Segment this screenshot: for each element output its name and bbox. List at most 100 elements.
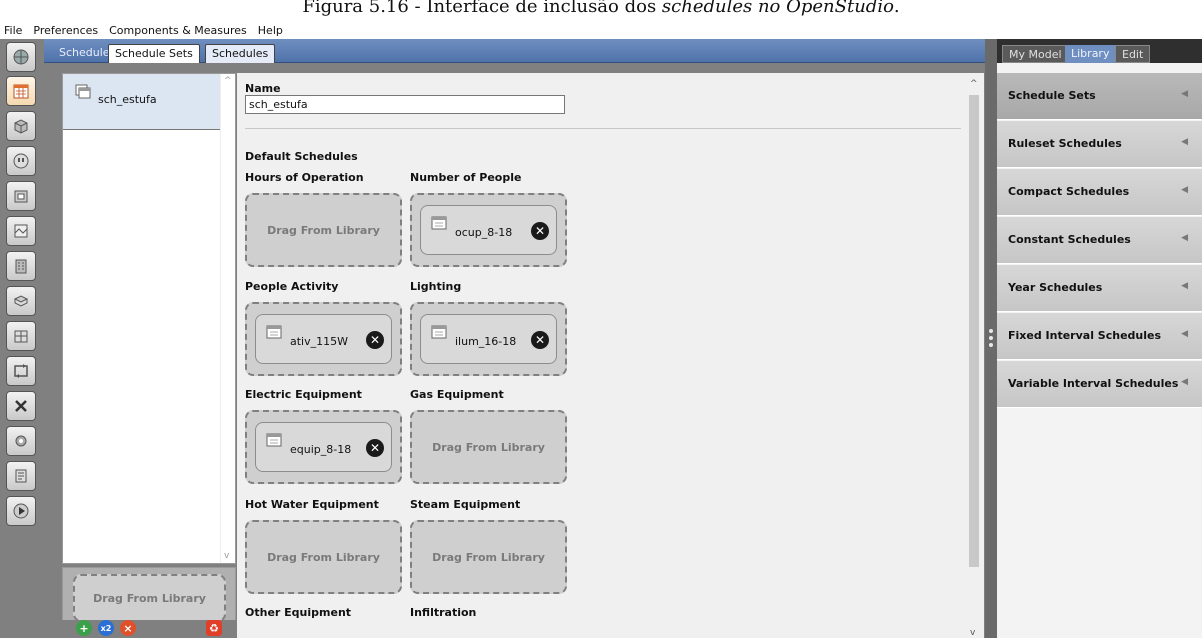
library-item-label: Fixed Interval Schedules — [1008, 329, 1162, 342]
collapse-arrow-icon: ◀ — [1181, 281, 1188, 291]
library-item-label: Ruleset Schedules — [1008, 137, 1122, 150]
drag-from-library-text: Drag From Library — [93, 591, 206, 605]
schedules-tab-calendar-icon[interactable] — [6, 76, 36, 106]
simulation-settings-tab-gear-icon[interactable] — [6, 426, 36, 456]
lighting-slot[interactable]: ilum_16-18 ✕ — [410, 302, 567, 376]
list-action-bar: + x2 × ♻ — [62, 620, 236, 638]
electric-equipment-slot[interactable]: equip_8-18 ✕ — [245, 410, 402, 484]
name-label: Name — [245, 82, 281, 95]
sub-tab-bar: Schedules Schedule Sets Schedules — [44, 39, 985, 63]
collapse-arrow-icon: ◀ — [1181, 329, 1188, 339]
library-item-label: Year Schedules — [1008, 281, 1103, 294]
collapse-arrow-icon: ◀ — [1181, 377, 1188, 387]
list-item[interactable]: sch_estufa — [63, 74, 221, 130]
list-item-label: sch_estufa — [98, 93, 157, 106]
splitter-grip — [989, 343, 993, 347]
remove-schedule-icon[interactable]: ✕ — [366, 439, 384, 457]
library-item-compact-schedules[interactable]: Compact Schedules ◀ — [997, 169, 1202, 216]
menu-file[interactable]: File — [4, 24, 22, 37]
divider — [245, 128, 961, 129]
library-item-fixed-interval-schedules[interactable]: Fixed Interval Schedules ◀ — [997, 313, 1202, 360]
constructions-tab-cube-icon[interactable] — [6, 111, 36, 141]
splitter-grip — [989, 329, 993, 333]
scroll-down-icon[interactable]: v — [970, 628, 975, 638]
hot-water-equipment-drop-zone[interactable]: Drag From Library — [245, 520, 402, 594]
schedule-chip[interactable]: equip_8-18 ✕ — [255, 422, 392, 472]
library-item-label: Constant Schedules — [1008, 233, 1131, 246]
variables-tab-x-icon[interactable] — [6, 391, 36, 421]
vertical-tab-rail — [0, 39, 44, 638]
slot-label: Hot Water Equipment — [245, 498, 379, 511]
run-tab-play-icon[interactable] — [6, 496, 36, 526]
space-types-tab-icon[interactable] — [6, 181, 36, 211]
menu-components-measures[interactable]: Components & Measures — [109, 24, 247, 37]
slot-label: People Activity — [245, 280, 339, 293]
hvac-tab-loop-icon[interactable] — [6, 356, 36, 386]
site-tab-globe-icon[interactable] — [6, 42, 36, 72]
tab-edit[interactable]: Edit — [1115, 45, 1151, 63]
tab-library[interactable]: Library — [1065, 45, 1116, 63]
steam-equipment-drop-zone[interactable]: Drag From Library — [410, 520, 567, 594]
schedule-set-list: sch_estufa ^ v — [62, 73, 236, 564]
scroll-up-icon[interactable]: ^ — [224, 76, 232, 86]
schedule-chip-label: ocup_8-18 — [455, 226, 513, 239]
slot-label: Infiltration — [410, 606, 477, 619]
schedule-chip[interactable]: ativ_115W ✕ — [255, 314, 392, 364]
tab-my-model[interactable]: My Model — [1002, 45, 1069, 63]
menu-bar: File Preferences Components & Measures H… — [0, 21, 1202, 39]
collapse-arrow-icon: ◀ — [1181, 89, 1188, 99]
library-item-year-schedules[interactable]: Year Schedules ◀ — [997, 265, 1202, 312]
gas-equipment-drop-zone[interactable]: Drag From Library — [410, 410, 567, 484]
slot-label: Hours of Operation — [245, 171, 364, 184]
slot-label: Other Equipment — [245, 606, 352, 619]
library-item-schedule-sets[interactable]: Schedule Sets ◀ — [997, 73, 1202, 120]
drag-from-library-text: Drag From Library — [267, 223, 380, 237]
right-tab-bar: My Model Library Edit — [997, 39, 1202, 63]
calendar-icon — [266, 432, 282, 452]
drag-from-library-text: Drag From Library — [267, 550, 380, 564]
measures-tab-scroll-icon[interactable] — [6, 461, 36, 491]
tab-schedule-sets[interactable]: Schedule Sets — [108, 44, 200, 63]
library-item-ruleset-schedules[interactable]: Ruleset Schedules ◀ — [997, 121, 1202, 168]
purge-trash-icon[interactable]: ♻ — [206, 620, 222, 636]
geometry-tab-icon[interactable] — [6, 216, 36, 246]
library-item-label: Schedule Sets — [1008, 89, 1096, 102]
calendar-icon — [431, 215, 447, 235]
facility-tab-building-icon[interactable] — [6, 251, 36, 281]
figure-caption: Figura 5.16 - Interface de inclusão dos … — [302, 0, 900, 17]
library-item-variable-interval-schedules[interactable]: Variable Interval Schedules ◀ — [997, 361, 1202, 408]
menu-preferences[interactable]: Preferences — [33, 24, 98, 37]
copy-icon[interactable]: x2 — [98, 620, 114, 636]
slot-label: Number of People — [410, 171, 522, 184]
slot-label: Lighting — [410, 280, 462, 293]
remove-schedule-icon[interactable]: ✕ — [366, 331, 384, 349]
hours-of-operation-drop-zone[interactable]: Drag From Library — [245, 193, 402, 267]
number-of-people-slot[interactable]: ocup_8-18 ✕ — [410, 193, 567, 267]
thermal-zones-tab-icon[interactable] — [6, 321, 36, 351]
remove-schedule-icon[interactable]: ✕ — [531, 331, 549, 349]
menu-help[interactable]: Help — [258, 24, 283, 37]
schedule-chip-label: equip_8-18 — [290, 443, 352, 456]
spaces-tab-icon[interactable] — [6, 286, 36, 316]
schedule-chip[interactable]: ocup_8-18 ✕ — [420, 205, 557, 255]
tab-schedules[interactable]: Schedules — [205, 44, 276, 63]
scroll-up-icon[interactable]: ^ — [970, 79, 978, 89]
remove-schedule-icon[interactable]: ✕ — [531, 222, 549, 240]
name-field[interactable] — [245, 95, 565, 114]
scroll-down-icon[interactable]: v — [224, 551, 229, 561]
schedule-chip[interactable]: ilum_16-18 ✕ — [420, 314, 557, 364]
library-item-constant-schedules[interactable]: Constant Schedules ◀ — [997, 217, 1202, 264]
scroll-thumb[interactable] — [969, 95, 979, 567]
schedule-set-editor: Name Default Schedules Hours of Operatio… — [237, 73, 984, 638]
add-icon[interactable]: + — [76, 620, 92, 636]
list-scrollbar[interactable]: ^ v — [220, 74, 235, 563]
loads-tab-outlet-icon[interactable] — [6, 146, 36, 176]
panel-splitter[interactable] — [985, 39, 997, 638]
app-window: Schedules Schedule Sets Schedules sch_es… — [0, 39, 1202, 638]
editor-scrollbar[interactable]: ^ v — [967, 79, 981, 638]
drag-from-library-text: Drag From Library — [432, 550, 545, 564]
schedule-chip-label: ilum_16-18 — [455, 335, 517, 348]
people-activity-slot[interactable]: ativ_115W ✕ — [245, 302, 402, 376]
remove-icon[interactable]: × — [120, 620, 136, 636]
list-drop-zone[interactable]: Drag From Library — [73, 574, 226, 622]
